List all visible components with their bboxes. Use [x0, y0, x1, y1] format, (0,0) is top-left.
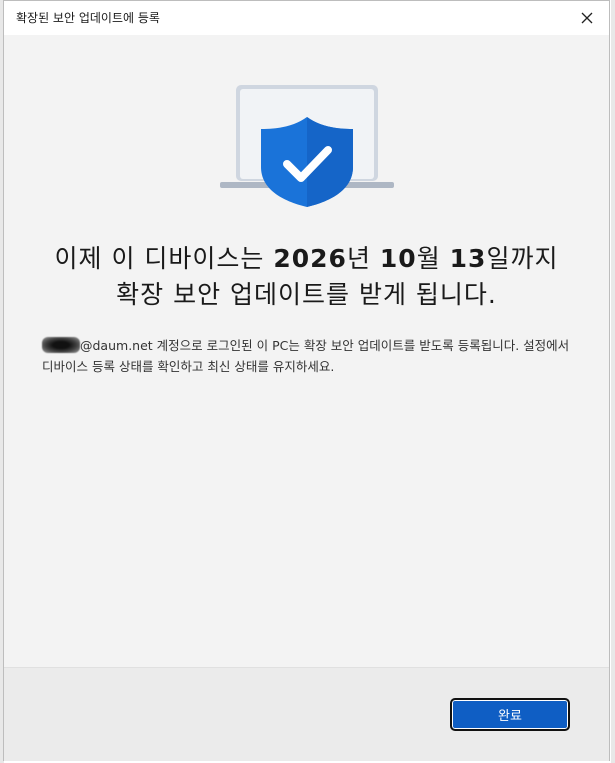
title-bar: 확장된 보안 업데이트에 등록	[4, 1, 609, 35]
headline-month: 10	[379, 244, 417, 273]
headline-day: 13	[449, 244, 487, 273]
headline-text-3: 월	[416, 244, 450, 273]
description: @daum.net 계정으로 로그인된 이 PC는 확장 보안 업데이트를 받도…	[42, 335, 573, 377]
redacted-username	[42, 337, 80, 353]
done-button[interactable]: 완료	[450, 698, 570, 731]
headline-year: 2026	[273, 244, 347, 273]
background-window-edge-right	[611, 0, 615, 763]
close-icon	[581, 12, 593, 24]
close-button[interactable]	[573, 5, 601, 31]
headline-line-2: 확장 보안 업데이트를 받게 됩니다.	[116, 280, 497, 309]
headline-text-1: 이제 이 디바이스는	[54, 244, 274, 273]
laptop-shield-check-icon	[220, 85, 394, 207]
headline-text-2: 년	[346, 244, 380, 273]
dialog-content: 이제 이 디바이스는 2026년 10월 13일까지 확장 보안 업데이트를 받…	[4, 35, 609, 667]
dialog-footer: 완료	[4, 667, 609, 761]
headline: 이제 이 디바이스는 2026년 10월 13일까지 확장 보안 업데이트를 받…	[24, 241, 589, 313]
email-suffix: @daum.net	[80, 338, 153, 353]
headline-text-4: 일까지	[486, 244, 559, 273]
window-title: 확장된 보안 업데이트에 등록	[16, 11, 160, 25]
esu-enrollment-dialog: 확장된 보안 업데이트에 등록 이제 이 디바이스는 2026년 10월 13일…	[3, 0, 610, 761]
